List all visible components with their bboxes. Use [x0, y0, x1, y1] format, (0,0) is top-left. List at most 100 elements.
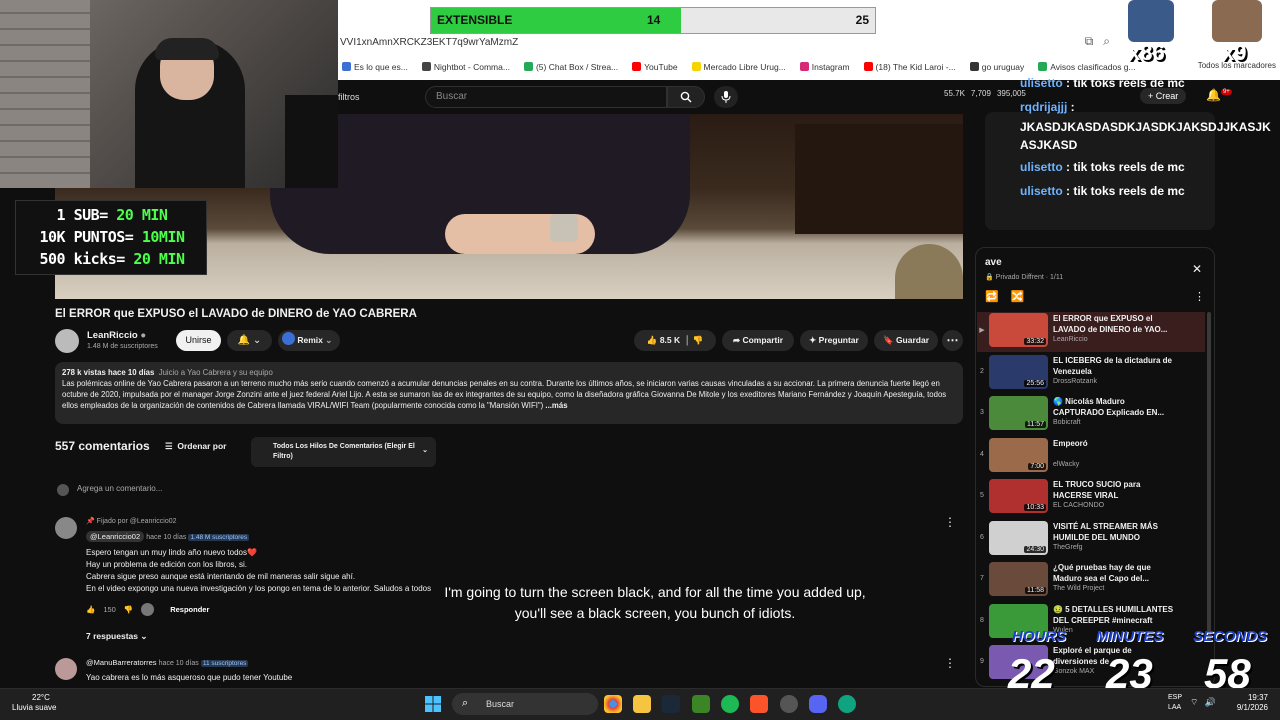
playlist-item[interactable]: 7 11:58 ¿Qué pruebas hay de que Maduro sea… [977, 561, 1205, 601]
description-text: Las polémicas online de Yao Cabrera pasa… [62, 379, 947, 410]
minecraft-icon[interactable] [692, 695, 710, 713]
thumbs-up-icon[interactable]: 👍 [86, 605, 95, 614]
share-icon: ➦ [732, 335, 741, 345]
playlist-thumbnail: 24:30 [989, 520, 1048, 555]
bookmark-item[interactable]: Mercado Libre Urug... [691, 62, 786, 72]
discord-icon[interactable] [809, 695, 827, 713]
comment-time[interactable]: hace 10 días [159, 660, 199, 667]
start-icon[interactable] [424, 695, 442, 713]
bookmark-label: Mercado Libre Urug... [703, 62, 786, 72]
bookmark-item[interactable]: (5) Chat Box / Strea... [523, 62, 618, 72]
playlist-duration: 11:57 [1025, 421, 1046, 428]
comment-avatar[interactable] [55, 658, 77, 680]
bookmark-icon [691, 62, 701, 71]
thumbs-down-icon[interactable]: 👎 [124, 605, 133, 614]
playlist-duration: 24:30 [1024, 545, 1046, 553]
close-icon[interactable]: ✕ [1192, 262, 1202, 276]
more-actions-icon[interactable]: ⋯ [942, 330, 963, 351]
taskbar-search[interactable]: Buscar [452, 693, 598, 715]
comment-avatar[interactable] [55, 517, 77, 539]
bookmark-item[interactable]: Es lo que es... [342, 62, 408, 72]
playlist-item-title: El ERROR que EXPUSO el LAVADO de DINERO … [1053, 314, 1168, 334]
spotify-icon[interactable] [721, 695, 739, 713]
bell-icon[interactable]: 🔔 9+ [1206, 88, 1232, 102]
mic-icon [721, 91, 731, 103]
pinned-label: 📌 Fijado por @Leanriccio02 [86, 517, 177, 525]
reply-button[interactable]: Responder [170, 605, 209, 614]
file-explorer-icon[interactable] [633, 695, 651, 713]
system-tray[interactable]: ⌔ 🔊 [1190, 697, 1216, 708]
playlist-item-title: VISITÉ AL STREAMER MÁS HUMILDE DEL MUNDO [1053, 521, 1158, 542]
bookmark-item[interactable]: YouTube [632, 62, 678, 72]
filters-label[interactable]: filtros [338, 92, 360, 102]
app-icon[interactable] [780, 695, 798, 713]
shuffle-icon[interactable]: 🔀 [1011, 290, 1025, 303]
bookmark-item[interactable]: go uruguay [969, 62, 1024, 72]
playlist-duration: 10:33 [1024, 504, 1046, 511]
chat-message: ulisetto : tik toks reels de mc [1020, 184, 1185, 198]
playlist-item[interactable]: 3 11:57 🌎 Nicolás Maduro CAPTURADO Explica… [977, 395, 1205, 435]
language-indicator[interactable]: ESP LAA [1168, 693, 1182, 713]
playlist-scrollbar[interactable] [1207, 312, 1211, 642]
verified-icon: ● [140, 330, 147, 341]
subscribe-bell-button[interactable]: 🔔 ⌄ [227, 330, 272, 351]
join-button[interactable]: Unirse [176, 330, 221, 351]
chrome-icon[interactable] [604, 695, 622, 713]
show-more-link[interactable]: ...más [545, 401, 567, 410]
playlist-duration: 11:58 [1025, 587, 1046, 594]
bookmark-item[interactable]: (18) The Kid Laroi -... [863, 62, 956, 72]
stat-a: 55.7K [944, 89, 965, 98]
create-button[interactable]: + Crear [1140, 88, 1187, 104]
weather-widget[interactable]: 22°C Lluvia suave [12, 693, 56, 713]
user-avatar [57, 484, 69, 496]
playlist-item-title: EL ICEBERG de la dictadura de Venezuela [1053, 355, 1172, 376]
playlist-item-title: Empeoró [1053, 438, 1088, 448]
comment-filter-select[interactable]: Todos Los Hilos De Comentarios (Elegir E… [251, 437, 436, 467]
minutes-label: MINUTES [1096, 628, 1164, 645]
brave-icon[interactable] [750, 695, 768, 713]
sort-button[interactable]: ☰ Ordenar por [165, 441, 226, 452]
remix-button[interactable]: Remix ⌄ [278, 330, 340, 351]
playlist-title[interactable]: ave [985, 257, 1002, 268]
description-box[interactable]: 278 k vistas hace 10 días Juicio a Yao C… [55, 362, 963, 424]
cast-icon[interactable]: ⧉ [1085, 34, 1094, 49]
search-button[interactable] [667, 86, 705, 108]
video-title: El ERROR que EXPUSO el LAVADO de DINERO … [55, 308, 417, 320]
like-dislike-button[interactable]: 👍 8.5 K │ 👎 [634, 330, 716, 351]
ask-button[interactable]: ✦ Preguntar [800, 330, 868, 351]
playlist-duration: 33:32 [1024, 338, 1046, 345]
pinned-by-text: Fijado por @Leanriccio02 [96, 518, 177, 525]
zoom-icon[interactable]: ⌕ [1103, 34, 1110, 49]
lang-layout: LAA [1168, 704, 1182, 711]
playlist-item-channel: EL CACHONDO [1053, 502, 1105, 509]
mic-button[interactable] [714, 86, 738, 108]
bookmark-item[interactable]: Avisos clasificados g... [1038, 62, 1136, 72]
weather-desc: Lluvia suave [12, 703, 57, 712]
chatgpt-icon[interactable] [838, 695, 856, 713]
share-button[interactable]: ➦ Compartir [722, 330, 794, 351]
comment-menu-icon[interactable]: ⋮ [944, 656, 956, 670]
steam-icon[interactable] [662, 695, 680, 713]
channel-name[interactable]: LeanRiccio ● [87, 330, 146, 341]
save-button[interactable]: 🔖 Guardar [874, 330, 938, 351]
playlist-item[interactable]: 4 7:00 Empeoró elWacky [977, 437, 1205, 477]
comment-menu-icon[interactable]: ⋮ [944, 515, 956, 529]
playlist-item[interactable]: ▶ 33:32 El ERROR que EXPUSO el LAVADO de D… [977, 312, 1205, 352]
bookmark-item[interactable]: Nightbot - Comma... [421, 62, 510, 72]
comment-author[interactable]: @ManuBarreratorres [86, 658, 157, 667]
comment-author[interactable]: @Leanriccio02 [86, 531, 145, 542]
add-comment-input[interactable]: Agrega un comentario... [77, 484, 162, 493]
loop-icon[interactable]: 🔁 [985, 290, 999, 303]
replies-toggle[interactable]: 7 respuestas ⌄ [86, 631, 147, 642]
playlist-item-index: 8 [980, 616, 984, 624]
bookmark-icon: 🔖 [882, 335, 894, 345]
clock[interactable]: 19:37 9/1/2026 [1230, 693, 1268, 713]
playlist-menu-icon[interactable]: ⋮ [1194, 290, 1205, 303]
playlist-item[interactable]: 5 10:33 EL TRUCO SUCIO para HACERSE VIRAL E… [977, 478, 1205, 518]
comment-time[interactable]: hace 10 días [146, 534, 186, 541]
avatar[interactable] [55, 329, 79, 353]
search-input[interactable]: Buscar [425, 86, 667, 108]
playlist-item[interactable]: 6 24:30 VISITÉ AL STREAMER MÁS HUMILDE DEL… [977, 520, 1205, 560]
bookmark-item[interactable]: Instagram [799, 62, 850, 72]
playlist-item[interactable]: 2 25:56 EL ICEBERG de la dictadura de Vene… [977, 354, 1205, 394]
